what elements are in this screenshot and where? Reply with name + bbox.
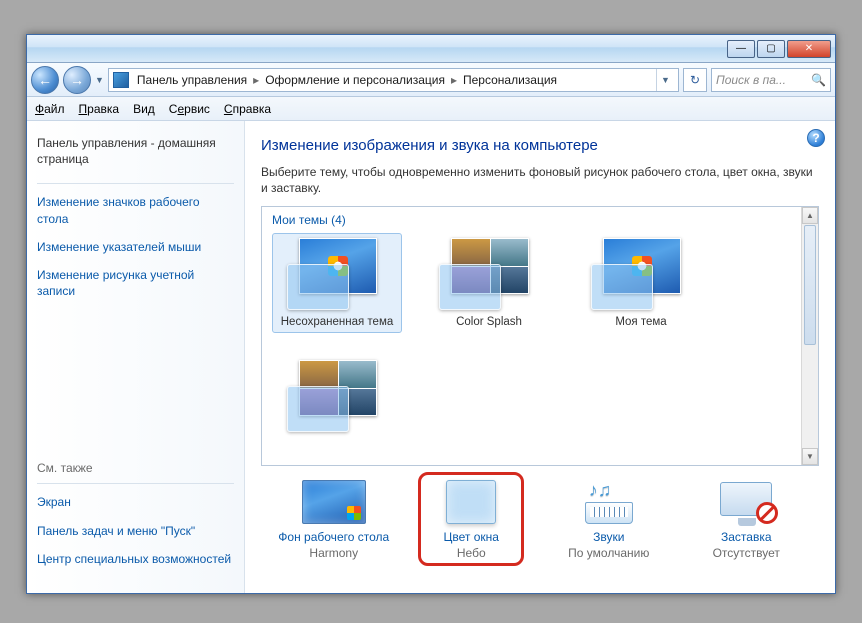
address-bar[interactable]: Панель управления ▸ Оформление и персона… — [108, 68, 679, 92]
menu-tools[interactable]: Сервис — [169, 102, 210, 116]
content: Панель управления - домашняя страница Из… — [27, 121, 835, 593]
sidebar-link-icons[interactable]: Изменение значков рабочего стола — [37, 194, 234, 226]
chevron-right-icon[interactable]: ▸ — [447, 73, 461, 87]
setting-bg[interactable]: Фон рабочего стола Harmony — [271, 480, 397, 560]
themes-list: Мои темы (4) Несохраненная тема Color Spl… — [261, 206, 819, 466]
search-input[interactable]: Поиск в па... 🔍 — [711, 68, 831, 92]
sidebar-link-accessibility[interactable]: Центр специальных возможностей — [37, 551, 234, 567]
theme-item[interactable]: Color Splash — [424, 233, 554, 333]
color-icon — [439, 480, 503, 526]
theme-label: Моя тема — [615, 316, 666, 328]
see-also-label: См. также — [37, 461, 234, 475]
setting-color[interactable]: Цвет окна Небо — [408, 480, 534, 560]
setting-title: Фон рабочего стола — [278, 530, 389, 544]
menu-view[interactable]: Вид — [133, 102, 155, 116]
history-dropdown-icon[interactable]: ▼ — [95, 75, 104, 85]
menu-file[interactable]: Файл — [35, 102, 65, 116]
settings-row: Фон рабочего стола Harmony Цвет окна Небо ♪♫… — [261, 466, 819, 560]
breadcrumb-leaf[interactable]: Персонализация — [461, 73, 559, 87]
theme-label: Несохраненная тема — [281, 316, 394, 328]
titlebar: — ▢ ✕ — [27, 35, 835, 63]
sidebar-link-pointers[interactable]: Изменение указателей мыши — [37, 239, 234, 255]
scroll-down-icon[interactable]: ▼ — [802, 448, 818, 465]
menubar: Файл Правка Вид Сервис Справка — [27, 97, 835, 121]
navbar: ← → ▼ Панель управления ▸ Оформление и п… — [27, 63, 835, 97]
theme-item[interactable]: Моя тема — [576, 233, 706, 333]
theme-item[interactable]: Несохраненная тема — [272, 233, 402, 333]
control-panel-icon — [113, 72, 129, 88]
sidebar-link-account-picture[interactable]: Изменение рисунка учетной записи — [37, 267, 234, 299]
breadcrumb-mid[interactable]: Оформление и персонализация — [263, 73, 447, 87]
breadcrumb-root[interactable]: Панель управления — [135, 73, 249, 87]
page-title: Изменение изображения и звука на компьют… — [261, 137, 819, 154]
theme-thumbnail — [591, 238, 691, 310]
separator — [37, 483, 234, 484]
forward-button[interactable]: → — [63, 66, 91, 94]
menu-edit[interactable]: Правка — [79, 102, 120, 116]
main-pane: ? Изменение изображения и звука на компь… — [245, 121, 835, 593]
theme-item[interactable] — [272, 355, 402, 443]
theme-thumbnail — [439, 238, 539, 310]
close-button[interactable]: ✕ — [787, 40, 831, 58]
page-subtitle: Выберите тему, чтобы одновременно измени… — [261, 164, 819, 196]
address-dropdown-icon[interactable]: ▼ — [656, 69, 674, 91]
help-icon[interactable]: ? — [807, 129, 825, 147]
theme-thumbnail — [287, 360, 387, 432]
setting-sound[interactable]: ♪♫ Звуки По умолчанию — [546, 480, 672, 560]
minimize-button[interactable]: — — [727, 40, 755, 58]
setting-saver[interactable]: Заставка Отсутствует — [683, 480, 809, 560]
setting-title: Цвет окна — [444, 530, 499, 544]
setting-value: Небо — [457, 546, 486, 560]
setting-title: Звуки — [593, 530, 624, 544]
menu-help[interactable]: Справка — [224, 102, 271, 116]
search-placeholder: Поиск в па... — [716, 73, 786, 87]
sidebar: Панель управления - домашняя страница Из… — [27, 121, 245, 593]
chevron-right-icon[interactable]: ▸ — [249, 73, 263, 87]
setting-title: Заставка — [721, 530, 772, 544]
scrollbar[interactable]: ▲ ▼ — [801, 207, 818, 465]
window: — ▢ ✕ ← → ▼ Панель управления ▸ Оформлен… — [26, 34, 836, 594]
refresh-button[interactable]: ↻ — [683, 68, 707, 92]
theme-label: Color Splash — [456, 316, 522, 328]
sidebar-link-display[interactable]: Экран — [37, 494, 234, 510]
sound-icon: ♪♫ — [577, 480, 641, 526]
back-button[interactable]: ← — [31, 66, 59, 94]
theme-thumbnail — [287, 238, 387, 310]
setting-value: Отсутствует — [713, 546, 780, 560]
section-my-themes: Мои темы (4) — [272, 213, 818, 227]
sidebar-home-link[interactable]: Панель управления - домашняя страница — [37, 135, 234, 167]
setting-value: По умолчанию — [568, 546, 649, 560]
separator — [37, 183, 234, 184]
sidebar-link-taskbar[interactable]: Панель задач и меню "Пуск" — [37, 523, 234, 539]
scroll-up-icon[interactable]: ▲ — [802, 207, 818, 224]
search-icon: 🔍 — [811, 73, 826, 87]
saver-icon — [714, 480, 778, 526]
bg-icon — [302, 480, 366, 526]
setting-value: Harmony — [309, 546, 358, 560]
scrollbar-thumb[interactable] — [804, 225, 816, 345]
maximize-button[interactable]: ▢ — [757, 40, 785, 58]
